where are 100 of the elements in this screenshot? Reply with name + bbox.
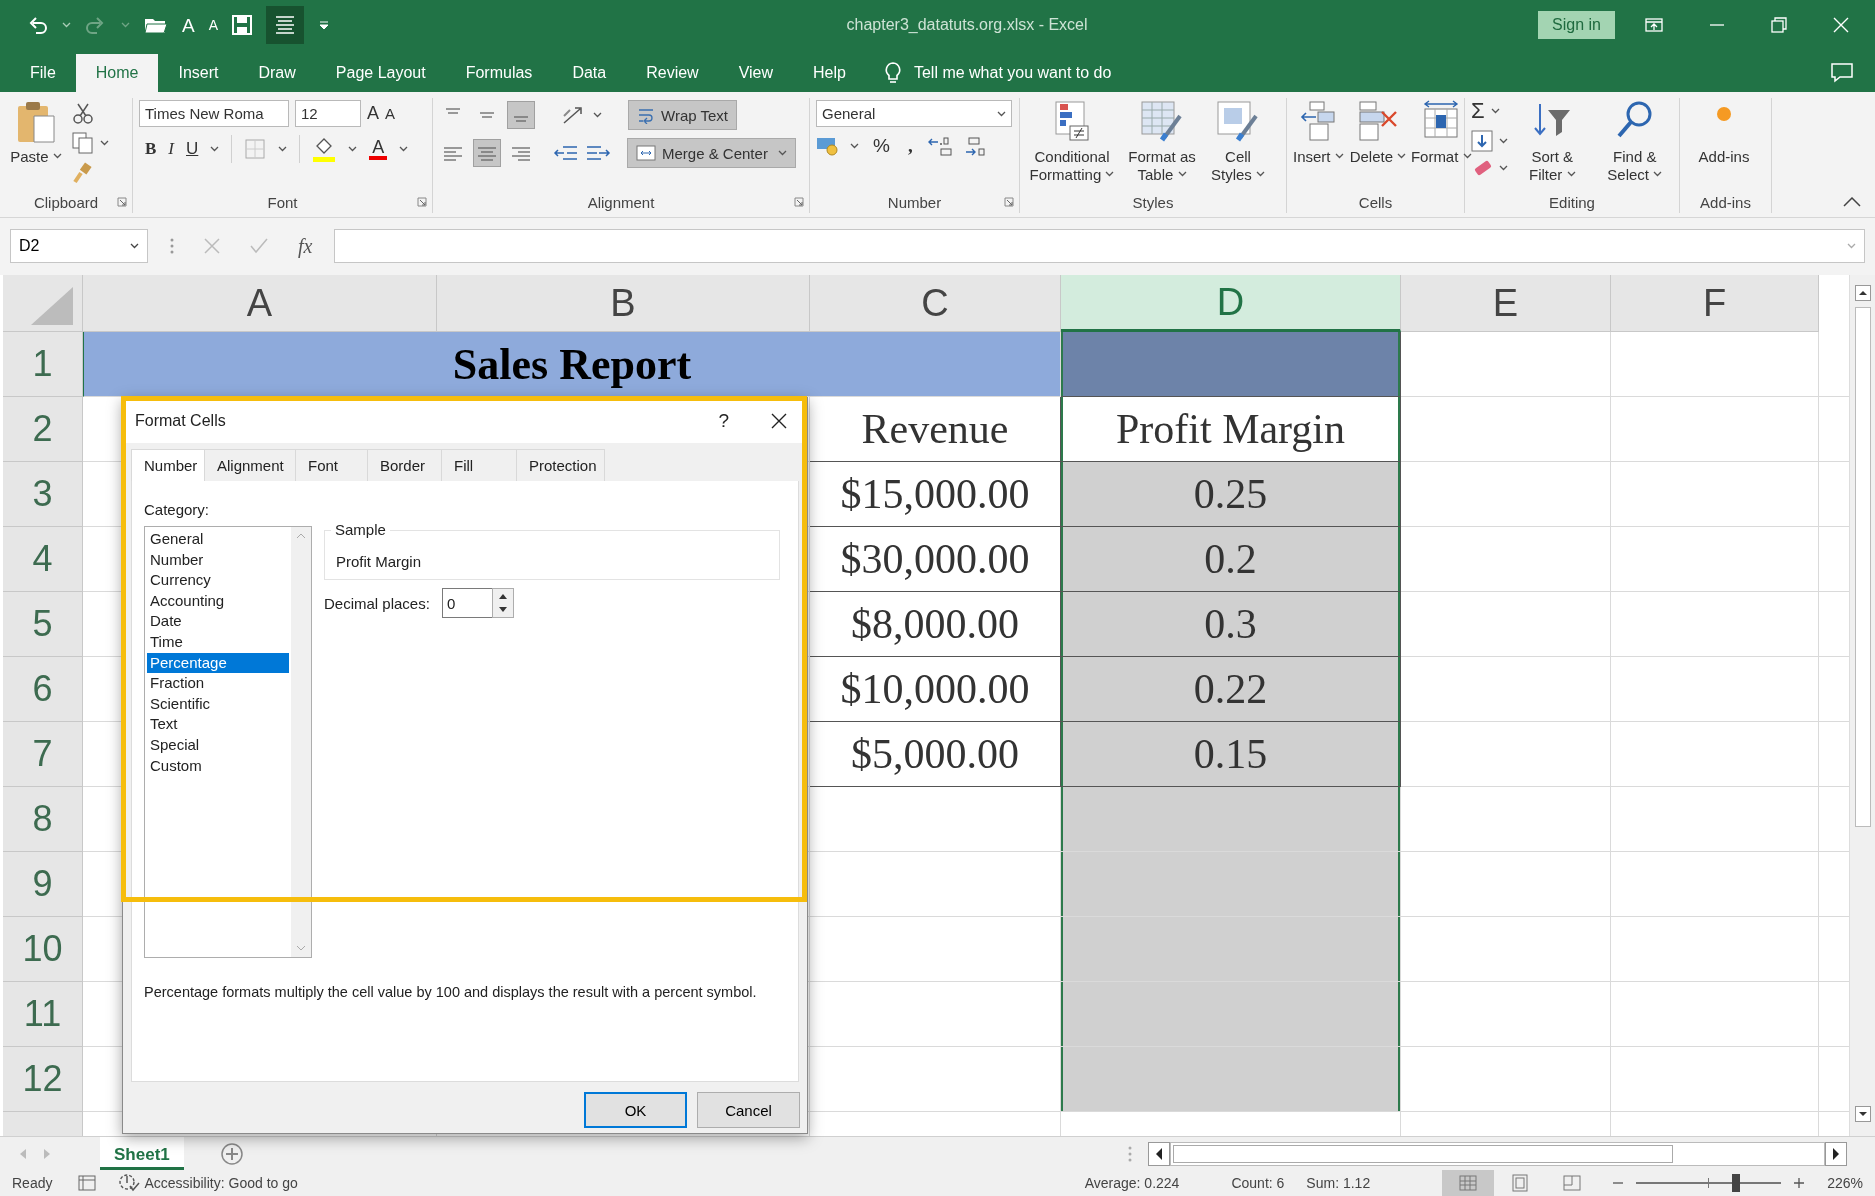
- bold-button[interactable]: B: [145, 139, 157, 159]
- menu-tab[interactable]: View: [718, 54, 794, 92]
- caret-icon[interactable]: [1566, 171, 1576, 178]
- sign-in-button[interactable]: Sign in: [1538, 11, 1615, 39]
- caret-icon[interactable]: [52, 153, 62, 160]
- category-item[interactable]: Custom: [147, 755, 289, 777]
- scroll-thumb[interactable]: [1854, 307, 1871, 827]
- accounting-icon[interactable]: [816, 135, 840, 157]
- format-table-icon[interactable]: [1140, 100, 1184, 144]
- restore-icon[interactable]: [1771, 17, 1787, 33]
- menu-tab[interactable]: File: [10, 54, 76, 92]
- dialog-tab[interactable]: Border: [368, 449, 442, 481]
- category-item[interactable]: Accounting: [147, 590, 289, 612]
- format-button[interactable]: Format: [1412, 98, 1471, 166]
- wrap-text-icon[interactable]: [637, 106, 655, 124]
- caret-icon[interactable]: [130, 243, 139, 249]
- dialog-launcher-icon[interactable]: [117, 197, 127, 207]
- category-item[interactable]: Date: [147, 611, 289, 632]
- category-item[interactable]: Number: [147, 549, 289, 571]
- menu-tab[interactable]: Page Layout: [315, 54, 446, 92]
- comment-icon[interactable]: [1831, 63, 1853, 83]
- caret-icon[interactable]: [210, 146, 220, 152]
- caret-icon[interactable]: [1490, 108, 1500, 114]
- scissors-icon[interactable]: [72, 102, 94, 124]
- row-header[interactable]: 12: [3, 1047, 83, 1112]
- menu-tab[interactable]: Help: [793, 54, 866, 92]
- row-header[interactable]: 11: [3, 982, 83, 1047]
- menu-tab[interactable]: Insert: [158, 54, 239, 92]
- ok-button[interactable]: OK: [584, 1092, 687, 1128]
- accessibility-status[interactable]: Accessibility: Good to go: [144, 1175, 298, 1191]
- zoom-in-icon[interactable]: [1793, 1177, 1806, 1189]
- dialog-tab[interactable]: Protection: [517, 449, 605, 481]
- category-item[interactable]: General: [147, 529, 289, 550]
- dialog-tab[interactable]: Font: [296, 449, 368, 481]
- caret-icon[interactable]: [1177, 171, 1187, 178]
- decimal-places-field[interactable]: 0: [441, 588, 492, 618]
- scroll-up-icon[interactable]: [1854, 285, 1871, 301]
- caret-icon[interactable]: [778, 150, 788, 156]
- add-ins-button[interactable]: Add-ins: [1686, 98, 1762, 166]
- autosum-button[interactable]: Σ: [1471, 98, 1485, 124]
- format-as-table-button[interactable]: Format as Table: [1124, 98, 1200, 184]
- cell-styles-icon[interactable]: [1216, 100, 1260, 144]
- italic-button[interactable]: I: [168, 139, 174, 159]
- percent-button[interactable]: %: [869, 135, 894, 157]
- sheet-tab[interactable]: Sheet1: [100, 1137, 184, 1170]
- menu-tab[interactable]: Draw: [238, 54, 316, 92]
- column-header[interactable]: D: [1061, 275, 1401, 332]
- caret-icon[interactable]: [1397, 153, 1407, 160]
- new-sheet-icon[interactable]: [219, 1141, 244, 1166]
- shrink-font-button[interactable]: A: [385, 105, 396, 122]
- fill-color-icon[interactable]: [312, 136, 337, 162]
- name-box[interactable]: D2: [10, 229, 148, 263]
- close-icon[interactable]: [771, 412, 787, 429]
- tell-me-field[interactable]: Tell me what you want to do: [913, 64, 1112, 82]
- font-size-dropdown[interactable]: 12: [295, 100, 361, 127]
- lightbulb-icon[interactable]: [883, 61, 902, 85]
- conditional-formatting-icon[interactable]: [1052, 100, 1092, 144]
- paste-button[interactable]: Paste: [6, 98, 66, 166]
- dialog-launcher-icon[interactable]: [794, 197, 804, 207]
- dialog-tab[interactable]: Alignment: [205, 449, 296, 481]
- category-item[interactable]: Text: [147, 714, 289, 735]
- help-button[interactable]: ?: [718, 409, 729, 432]
- macro-record-icon[interactable]: [78, 1175, 97, 1191]
- underline-button[interactable]: U: [186, 139, 199, 159]
- category-item[interactable]: Currency: [147, 570, 289, 591]
- caret-icon[interactable]: [1499, 138, 1508, 144]
- clipboard-icon[interactable]: [16, 100, 56, 144]
- scroll-thumb[interactable]: [1173, 1144, 1673, 1163]
- menu-tab[interactable]: Formulas: [445, 54, 553, 92]
- column-header[interactable]: E: [1401, 275, 1611, 332]
- scroll-left-icon[interactable]: [1148, 1141, 1170, 1166]
- row-header[interactable]: 9: [3, 852, 83, 917]
- caret-icon[interactable]: [1105, 171, 1115, 178]
- category-item[interactable]: Time: [147, 631, 289, 653]
- formula-field[interactable]: [334, 229, 1865, 263]
- caret-icon[interactable]: [1334, 153, 1344, 160]
- caret-icon[interactable]: [1256, 171, 1265, 178]
- caret-icon[interactable]: [100, 140, 109, 146]
- row-header[interactable]: 10: [3, 917, 83, 982]
- menu-tab[interactable]: Review: [626, 54, 719, 92]
- category-item[interactable]: Percentage: [147, 652, 289, 674]
- caret-icon[interactable]: [1462, 153, 1472, 160]
- column-header[interactable]: F: [1611, 275, 1819, 332]
- row-header[interactable]: 8: [3, 787, 83, 852]
- column-header[interactable]: B: [437, 275, 810, 332]
- caret-icon[interactable]: [850, 143, 859, 149]
- dialog-launcher-icon[interactable]: [417, 197, 427, 207]
- comma-style-button[interactable]: ,: [903, 135, 917, 157]
- dialog-launcher-icon[interactable]: [1004, 197, 1014, 207]
- row-header[interactable]: 5: [3, 592, 83, 657]
- scroll-down-icon[interactable]: [1854, 1106, 1871, 1122]
- save-icon[interactable]: [232, 15, 253, 35]
- increase-decimal-icon[interactable]: [926, 135, 953, 157]
- insert-function-button[interactable]: fx: [298, 234, 313, 258]
- slider-thumb[interactable]: [1732, 1174, 1741, 1192]
- zoom-level[interactable]: 226%: [1827, 1175, 1863, 1191]
- category-list[interactable]: General Number Currency Accounting Date Time Percentage Fraction Scientific Text Special Custom: [144, 526, 312, 958]
- grow-font-button[interactable]: A: [367, 103, 379, 124]
- caret-icon[interactable]: [1653, 171, 1663, 178]
- accessibility-icon[interactable]: [118, 1173, 141, 1193]
